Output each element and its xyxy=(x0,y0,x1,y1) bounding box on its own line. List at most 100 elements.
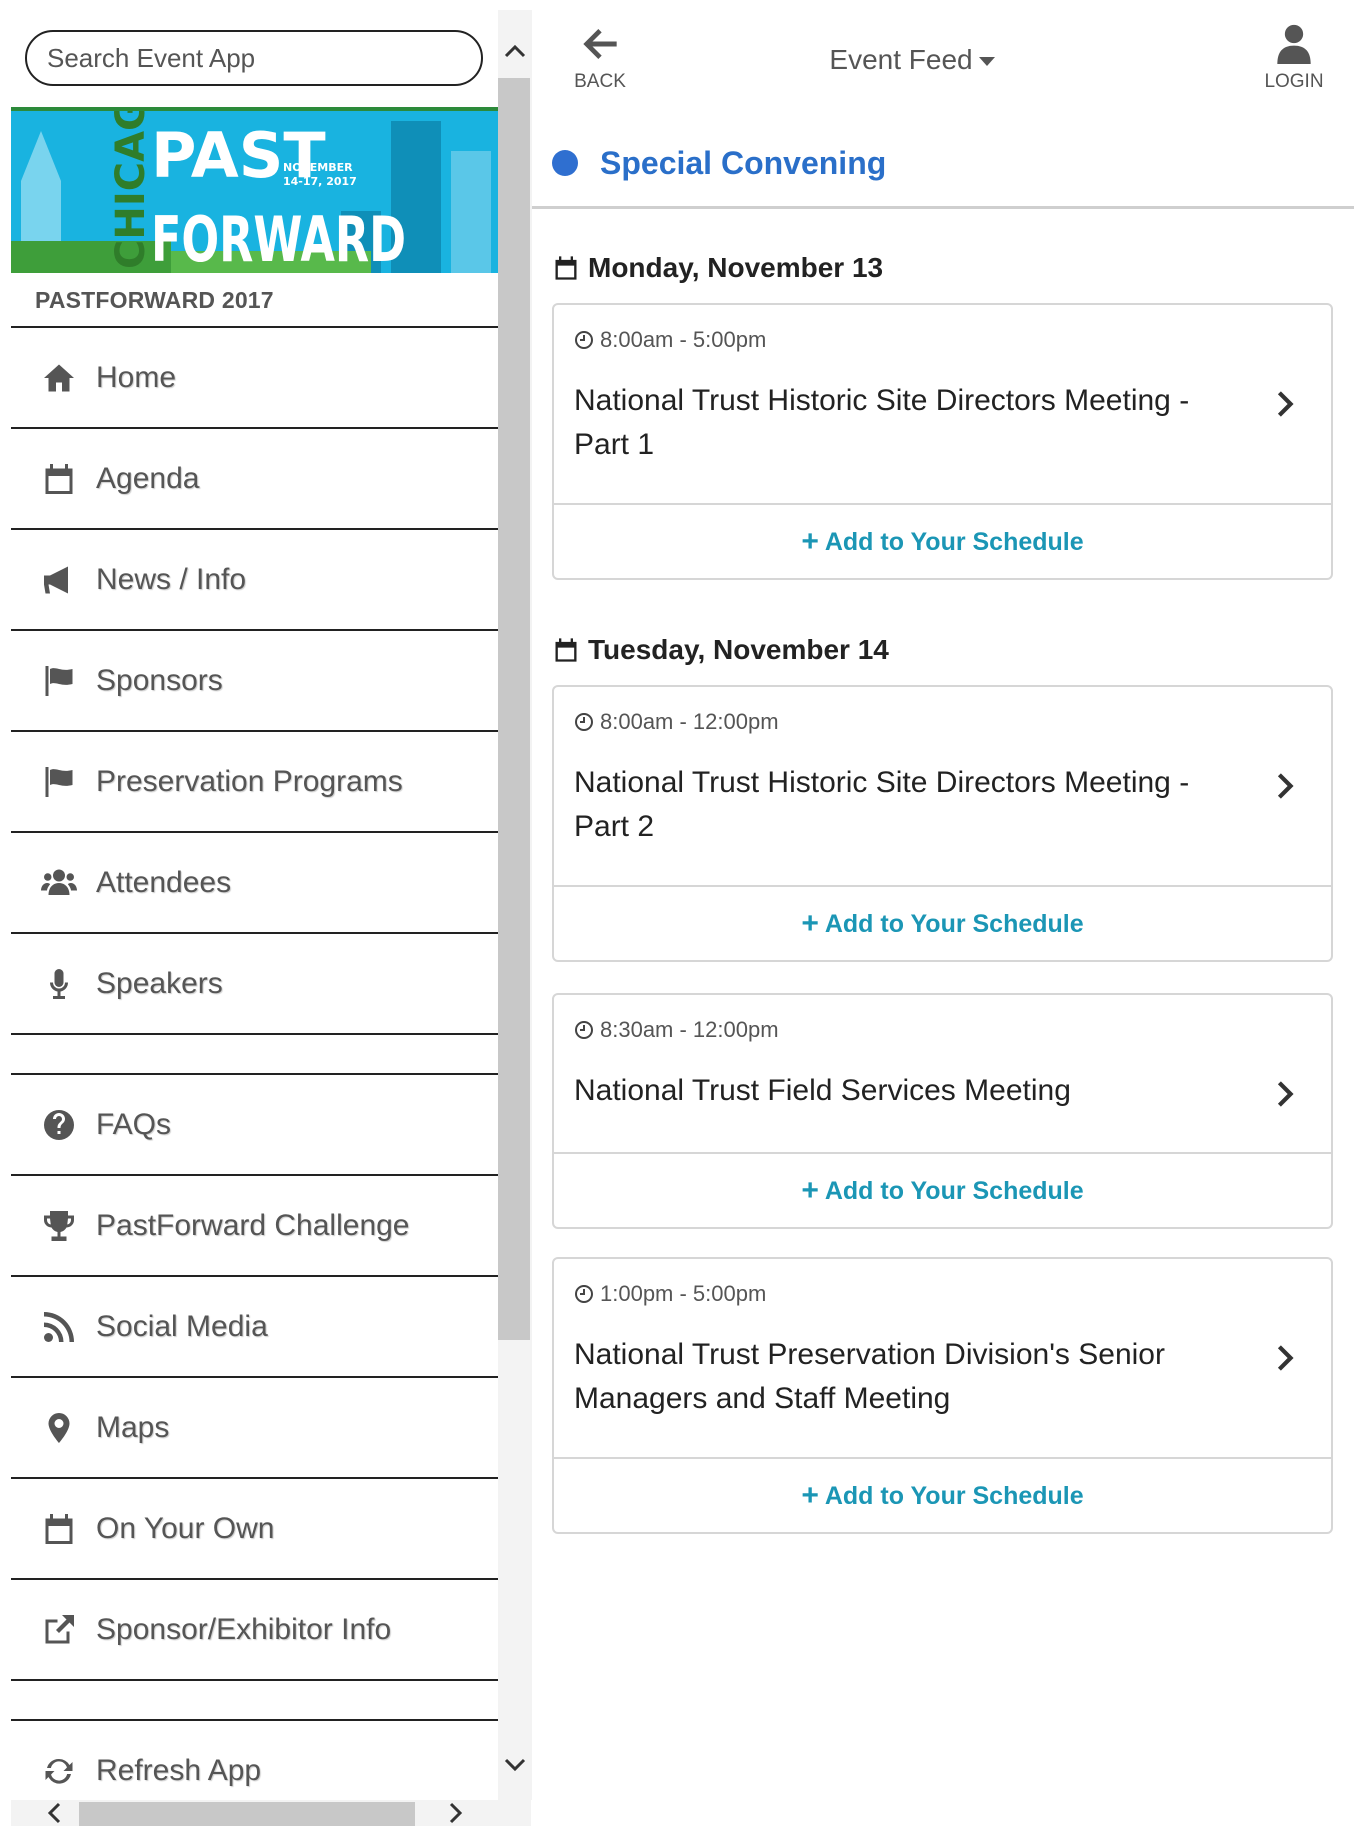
sidebar-item-label: Agenda xyxy=(96,461,200,495)
sidebar-item-faqs[interactable]: FAQs xyxy=(11,1073,498,1174)
chevron-right-icon xyxy=(1275,1343,1295,1373)
horizontal-scroll-thumb[interactable] xyxy=(79,1802,415,1826)
plus-icon: + xyxy=(801,1174,819,1207)
event-feed-title: Event Feed xyxy=(829,44,973,75)
event-title: National Trust Historic Site Directors M… xyxy=(574,384,1190,461)
event-time-text: 8:30am - 12:00pm xyxy=(600,1017,779,1042)
event-title: National Trust Preservation Division's S… xyxy=(574,1338,1165,1415)
scroll-right-icon[interactable] xyxy=(443,1800,469,1826)
day-header: Monday, November 13 xyxy=(552,248,883,288)
sidebar-vertical-scrollbar[interactable] xyxy=(498,10,532,1800)
calendar-icon xyxy=(39,1509,79,1549)
sidebar-item-news[interactable]: News / Info xyxy=(11,528,498,629)
scroll-left-icon[interactable] xyxy=(41,1800,67,1826)
event-card: 8:30am - 12:00pm National Trust Field Se… xyxy=(552,993,1333,1229)
calendar-icon xyxy=(555,638,577,662)
event-time: 8:30am - 12:00pm xyxy=(574,1017,1221,1043)
banner-date-2: 14-17, 2017 xyxy=(283,175,357,188)
scroll-up-icon[interactable] xyxy=(502,38,528,64)
main-content: BACK Event Feed LOGIN Special Convening … xyxy=(532,0,1354,1826)
sidebar-menu: Home Agenda News / Info Sponsors Preserv… xyxy=(11,326,498,1820)
sidebar-item-label: Preservation Programs xyxy=(96,764,403,798)
event-title: National Trust Field Services Meeting xyxy=(574,1074,1071,1107)
sidebar-item-label: Sponsor/Exhibitor Info xyxy=(96,1612,392,1646)
event-card-body[interactable]: 8:00am - 5:00pm National Trust Historic … xyxy=(554,305,1331,503)
event-card-body[interactable]: 8:00am - 12:00pm National Trust Historic… xyxy=(554,687,1331,885)
add-to-schedule-label: Add to Your Schedule xyxy=(824,527,1084,556)
sidebar-item-label: Attendees xyxy=(96,865,232,899)
back-button[interactable]: BACK xyxy=(562,24,638,93)
add-to-schedule-button[interactable]: + Add to Your Schedule xyxy=(554,1152,1331,1228)
sidebar-spacer xyxy=(11,1033,498,1073)
sidebar-item-attendees[interactable]: Attendees xyxy=(11,831,498,932)
event-feed-dropdown[interactable]: Event Feed xyxy=(782,44,1042,76)
caret-down-icon xyxy=(978,57,995,67)
arrow-left-icon xyxy=(580,29,620,68)
calendar-icon xyxy=(39,459,79,499)
section-title: Special Convening xyxy=(600,144,887,181)
sidebar-item-maps[interactable]: Maps xyxy=(11,1376,498,1477)
event-time: 8:00am - 12:00pm xyxy=(574,709,1221,735)
chevron-right-icon xyxy=(1275,1079,1295,1109)
banner-date-1: NOVEMBER xyxy=(283,161,353,174)
back-label: BACK xyxy=(574,71,626,92)
sidebar-item-label: Refresh App xyxy=(96,1753,262,1787)
sidebar-item-agenda[interactable]: Agenda xyxy=(11,427,498,528)
home-icon xyxy=(39,358,79,398)
section-dot xyxy=(552,150,578,176)
chevron-right-icon xyxy=(1275,771,1295,801)
users-icon xyxy=(39,863,79,903)
event-time: 1:00pm - 5:00pm xyxy=(574,1281,1221,1307)
refresh-icon xyxy=(39,1751,79,1791)
plus-icon: + xyxy=(801,907,819,940)
calendar-icon xyxy=(555,256,577,280)
vertical-scroll-thumb[interactable] xyxy=(498,78,530,1340)
login-button[interactable]: LOGIN xyxy=(1254,24,1334,93)
divider xyxy=(532,206,1354,209)
sidebar-item-speakers[interactable]: Speakers xyxy=(11,932,498,1033)
event-card: 8:00am - 5:00pm National Trust Historic … xyxy=(552,303,1333,580)
sidebar-item-sponsor-exhibitor-info[interactable]: Sponsor/Exhibitor Info xyxy=(11,1578,498,1679)
sidebar-item-sponsors[interactable]: Sponsors xyxy=(11,629,498,730)
event-time-text: 8:00am - 12:00pm xyxy=(600,709,779,734)
sidebar-item-home[interactable]: Home xyxy=(11,326,498,427)
sidebar-item-label: Maps xyxy=(96,1410,170,1444)
sidebar-item-label: Speakers xyxy=(96,966,223,1000)
sidebar-item-preservation-programs[interactable]: Preservation Programs xyxy=(11,730,498,831)
trophy-icon xyxy=(39,1206,79,1246)
sidebar-item-label: Home xyxy=(96,360,177,394)
event-banner: CHICAGO PAST FORWARD NOVEMBER 14-17, 201… xyxy=(11,107,498,273)
event-card-body[interactable]: 8:30am - 12:00pm National Trust Field Se… xyxy=(554,995,1331,1152)
sidebar-item-on-your-own[interactable]: On Your Own xyxy=(11,1477,498,1578)
map-marker-icon xyxy=(39,1408,79,1448)
search-wrap xyxy=(25,30,483,86)
scroll-down-icon[interactable] xyxy=(502,1752,528,1778)
sidebar-horizontal-scrollbar[interactable] xyxy=(11,1800,531,1826)
megaphone-icon xyxy=(39,560,79,600)
external-link-icon xyxy=(39,1610,79,1650)
sidebar-item-social-media[interactable]: Social Media xyxy=(11,1275,498,1376)
clock-icon xyxy=(575,1285,593,1303)
flag-icon xyxy=(39,661,79,701)
plus-icon: + xyxy=(801,525,819,558)
event-card-body[interactable]: 1:00pm - 5:00pm National Trust Preservat… xyxy=(554,1259,1331,1457)
sidebar-item-label: News / Info xyxy=(96,562,247,596)
add-to-schedule-button[interactable]: + Add to Your Schedule xyxy=(554,885,1331,961)
add-to-schedule-label: Add to Your Schedule xyxy=(824,1176,1084,1205)
sidebar-item-label: FAQs xyxy=(96,1107,172,1141)
sidebar-item-pastforward-challenge[interactable]: PastForward Challenge xyxy=(11,1174,498,1275)
app-root: CHICAGO PAST FORWARD NOVEMBER 14-17, 201… xyxy=(0,0,1354,1826)
add-to-schedule-label: Add to Your Schedule xyxy=(824,909,1084,938)
top-bar: BACK Event Feed LOGIN xyxy=(532,0,1354,110)
sidebar-item-label: On Your Own xyxy=(96,1511,275,1545)
sidebar-item-label: Sponsors xyxy=(96,663,223,697)
add-to-schedule-button[interactable]: + Add to Your Schedule xyxy=(554,503,1331,579)
search-input[interactable] xyxy=(25,30,483,86)
banner-line2: FORWARD xyxy=(151,203,406,273)
rss-icon xyxy=(39,1307,79,1347)
add-to-schedule-button[interactable]: + Add to Your Schedule xyxy=(554,1457,1331,1533)
event-card: 1:00pm - 5:00pm National Trust Preservat… xyxy=(552,1257,1333,1534)
clock-icon xyxy=(575,331,593,349)
event-time: 8:00am - 5:00pm xyxy=(574,327,1221,353)
sidebar: CHICAGO PAST FORWARD NOVEMBER 14-17, 201… xyxy=(0,0,532,1826)
